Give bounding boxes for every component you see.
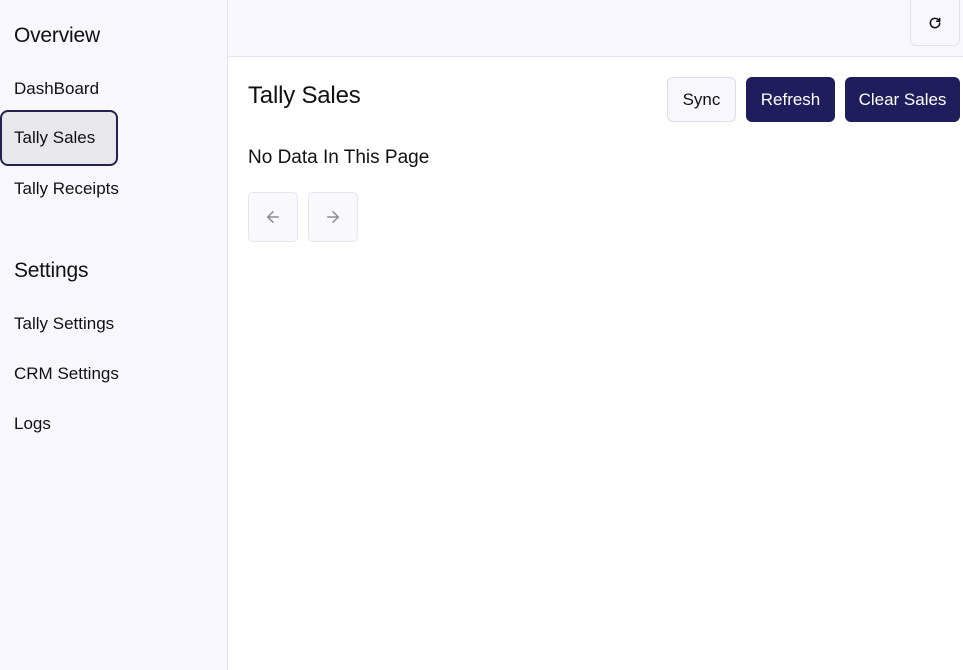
empty-state-message: No Data In This Page: [248, 147, 430, 168]
refresh-cw-icon: [929, 17, 941, 28]
page-title: Tally Sales: [248, 82, 361, 109]
sidebar-item-tally-receipts[interactable]: Tally Receipts: [0, 161, 119, 217]
sidebar-item-tally-settings[interactable]: Tally Settings: [0, 296, 118, 352]
sidebar-item-logs[interactable]: Logs: [0, 396, 118, 452]
refresh-button[interactable]: Refresh: [746, 77, 835, 122]
reload-button[interactable]: [910, 0, 960, 46]
sidebar-item-label: CRM Settings: [14, 364, 119, 383]
sidebar-section-title-settings: Settings: [14, 259, 89, 282]
app-root: Overview DashBoard Tally Sales Tally Rec…: [0, 0, 963, 670]
sidebar: Overview DashBoard Tally Sales Tally Rec…: [0, 0, 228, 670]
sidebar-section-title-overview: Overview: [14, 24, 100, 47]
sidebar-item-label: Tally Receipts: [14, 179, 119, 198]
main-content: Tally Sales Sync Refresh Clear Sales No …: [228, 57, 963, 670]
pagination-prev-button[interactable]: [248, 192, 298, 242]
sidebar-item-crm-settings[interactable]: CRM Settings: [0, 346, 119, 402]
sidebar-item-label: Logs: [14, 414, 51, 433]
sidebar-item-dashboard[interactable]: DashBoard: [0, 61, 118, 117]
pagination-next-button[interactable]: [308, 192, 358, 242]
sidebar-item-label: Tally Sales: [14, 128, 96, 147]
sync-button[interactable]: Sync: [667, 77, 736, 122]
arrow-right-icon: [327, 211, 339, 223]
sidebar-item-label: Tally Settings: [14, 314, 115, 333]
arrow-left-icon: [267, 211, 279, 223]
sidebar-item-tally-sales[interactable]: Tally Sales: [0, 110, 118, 166]
clear-sales-button[interactable]: Clear Sales: [845, 77, 960, 122]
topbar: [228, 0, 963, 57]
sidebar-item-label: DashBoard: [14, 79, 100, 98]
